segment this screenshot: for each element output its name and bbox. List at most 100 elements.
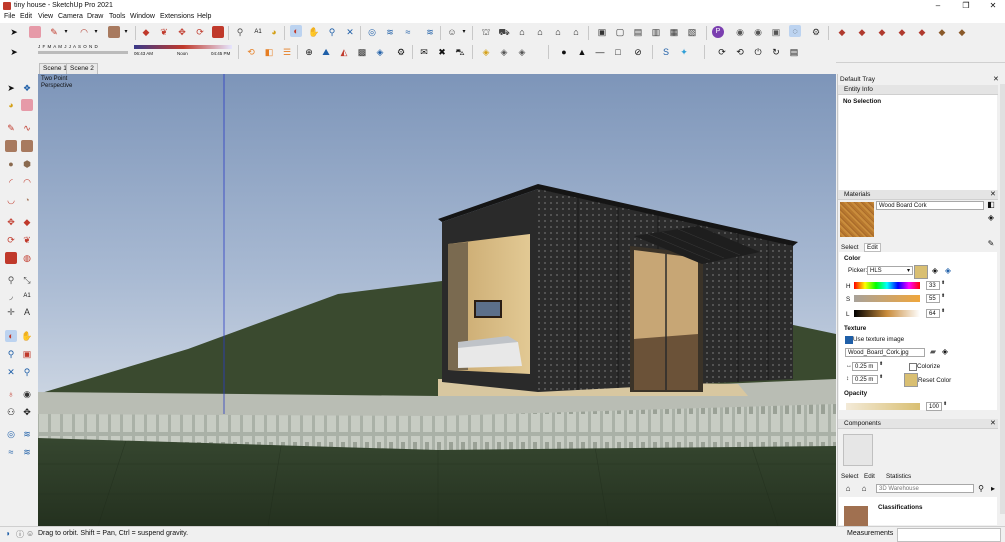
camera-position-icon[interactable]: ◉ [734, 26, 746, 38]
polygon-icon[interactable]: ⬢ [21, 158, 33, 170]
delete-icon[interactable]: ✖ [436, 46, 448, 58]
select-arrow-icon[interactable]: ➤ [8, 46, 20, 58]
texture-width-field[interactable]: 0.25 m [852, 362, 878, 371]
eraser-icon[interactable] [21, 99, 33, 111]
hue-value-field[interactable]: 33 [926, 281, 940, 290]
view-options-icon[interactable]: ⌂ [842, 483, 854, 495]
sandbox-from-scratch-icon[interactable]: ≋ [21, 428, 33, 440]
components-tab-statistics[interactable]: Statistics [886, 473, 911, 480]
axes-icon[interactable]: ✛ [5, 306, 17, 318]
cube-icon[interactable]: ◈ [498, 46, 510, 58]
select-arrow-icon[interactable]: ➤ [5, 82, 17, 94]
width-stepper-icon[interactable]: ⬍ [879, 361, 883, 367]
freehand-icon[interactable]: ∿ [21, 122, 33, 134]
tray-close-icon[interactable]: ✕ [993, 75, 999, 83]
geo-location-icon[interactable]: ◑ [5, 529, 10, 538]
pan-icon[interactable]: ✋ [21, 330, 33, 342]
opacity-slider[interactable] [846, 403, 920, 410]
skp-s-icon[interactable]: S [660, 46, 672, 58]
dynamic-component-icon[interactable]: ⟲ [245, 46, 257, 58]
follow-me-icon[interactable]: ❦ [158, 26, 170, 38]
components-header[interactable]: Components [838, 419, 998, 429]
menu-edit[interactable]: Edit [20, 13, 32, 20]
components-home-icon[interactable]: ⌂ [858, 483, 870, 495]
rotated-rectangle-icon[interactable] [21, 140, 33, 152]
lightness-value-field[interactable]: 64 [926, 309, 940, 318]
position-camera-icon[interactable]: ♁ [5, 388, 17, 400]
select-arrow-icon[interactable]: ➤ [8, 26, 20, 38]
protractor-icon[interactable]: ◞ [5, 290, 17, 302]
scale-icon[interactable] [5, 252, 17, 264]
picker-select[interactable]: HLS ▾ [867, 266, 913, 275]
materials-tab-edit[interactable]: Edit [864, 243, 881, 252]
hue-stepper-icon[interactable]: ⬍ [941, 280, 945, 286]
minimize-button[interactable]: – [927, 0, 949, 12]
rectangle-icon[interactable] [5, 140, 17, 152]
scale-icon[interactable] [212, 26, 224, 38]
3d-text-icon[interactable]: A [21, 306, 33, 318]
eraser-icon[interactable] [29, 26, 41, 38]
dimension-icon[interactable]: ⤡ [21, 274, 33, 286]
text-label-icon[interactable]: A1 [252, 26, 264, 38]
zoom-extents-icon[interactable]: ✕ [5, 366, 17, 378]
paint-bucket-icon[interactable]: ◕ [268, 26, 280, 38]
opacity-value-field[interactable]: 100 [926, 402, 942, 411]
text-label-icon[interactable]: A1 [21, 290, 33, 302]
hide-icon[interactable]: ⊘ [632, 46, 644, 58]
sandbox-from-contours-icon[interactable]: ◎ [5, 428, 17, 440]
refresh-icon[interactable]: ⟳ [716, 46, 728, 58]
tape-measure-icon[interactable]: ⚲ [234, 26, 246, 38]
solid-trim-icon[interactable]: ◆ [896, 26, 908, 38]
components-close-icon[interactable]: ✕ [990, 419, 996, 427]
components-tab-select[interactable]: Select [841, 473, 859, 480]
report-document-icon[interactable]: ▤ [788, 46, 800, 58]
menu-tools[interactable]: Tools [109, 13, 125, 20]
mail-icon[interactable]: ✉ [418, 46, 430, 58]
maximize-button[interactable]: ❐ [955, 0, 977, 12]
line-pencil-icon[interactable]: ✎ [5, 122, 17, 134]
rectangle-icon[interactable] [108, 26, 120, 38]
shaded-icon[interactable]: ▥ [650, 26, 662, 38]
match-color-screen-icon[interactable]: ◈ [942, 265, 954, 277]
orbit-icon[interactable]: ◐ [5, 330, 17, 342]
sample-paint-icon[interactable]: ✎ [985, 238, 997, 250]
components-search-input[interactable]: 3D Warehouse [876, 484, 974, 493]
rotate-icon[interactable]: ⟳ [194, 26, 206, 38]
orbit-icon[interactable]: ◐ [290, 25, 302, 37]
add-location-icon[interactable]: ⊕ [303, 46, 315, 58]
smoove-icon[interactable]: ≈ [5, 446, 17, 458]
circle-icon[interactable]: ● [5, 158, 17, 170]
component-options-icon[interactable]: ◧ [263, 46, 275, 58]
walk-footprints-icon[interactable]: ⚇ [5, 406, 17, 418]
time-slider-track[interactable] [134, 45, 232, 49]
previous-view-icon[interactable]: ⚲ [21, 366, 33, 378]
light-bulb-icon[interactable]: ✦ [678, 46, 690, 58]
cube-icon[interactable]: ◈ [480, 46, 492, 58]
paint-bucket-icon[interactable]: ◕ [5, 99, 17, 111]
saturation-value-field[interactable]: 55 [926, 294, 940, 303]
solid-subtract-icon[interactable]: ◆ [876, 26, 888, 38]
search-icon[interactable]: ⚲ [975, 483, 987, 495]
hue-slider[interactable] [854, 282, 920, 289]
reset-color-button[interactable]: Reset Color [918, 377, 951, 384]
opacity-stepper-icon[interactable]: ⬍ [943, 401, 947, 407]
browse-folder-icon[interactable]: ▰ [927, 346, 939, 358]
stamp-icon[interactable]: ≋ [21, 446, 33, 458]
move-icon[interactable]: ✥ [176, 26, 188, 38]
shaded-textures-icon[interactable]: ▦ [668, 26, 680, 38]
component-attributes-icon[interactable]: ☰ [281, 46, 293, 58]
camera-photo-icon[interactable]: ▣ [770, 26, 782, 38]
pan-icon[interactable]: ✋ [308, 26, 320, 38]
materials-header[interactable]: Materials [838, 190, 998, 200]
menu-file[interactable]: File [4, 13, 15, 20]
outer-shell-icon[interactable]: ◆ [936, 26, 948, 38]
match-color-model-icon[interactable]: ◈ [929, 265, 941, 277]
solid-shell-icon[interactable]: ◆ [956, 26, 968, 38]
close-button[interactable]: ✕ [982, 0, 1004, 12]
follow-me-icon[interactable]: ❦ [21, 234, 33, 246]
stamp-icon[interactable]: ≋ [424, 26, 436, 38]
dropdown-arrow-icon[interactable]: ▾ [90, 26, 102, 38]
cart-icon[interactable]: ⛍ [454, 46, 466, 58]
account-user-icon[interactable]: ☺ [446, 26, 458, 38]
monochrome-icon[interactable]: ▧ [686, 26, 698, 38]
